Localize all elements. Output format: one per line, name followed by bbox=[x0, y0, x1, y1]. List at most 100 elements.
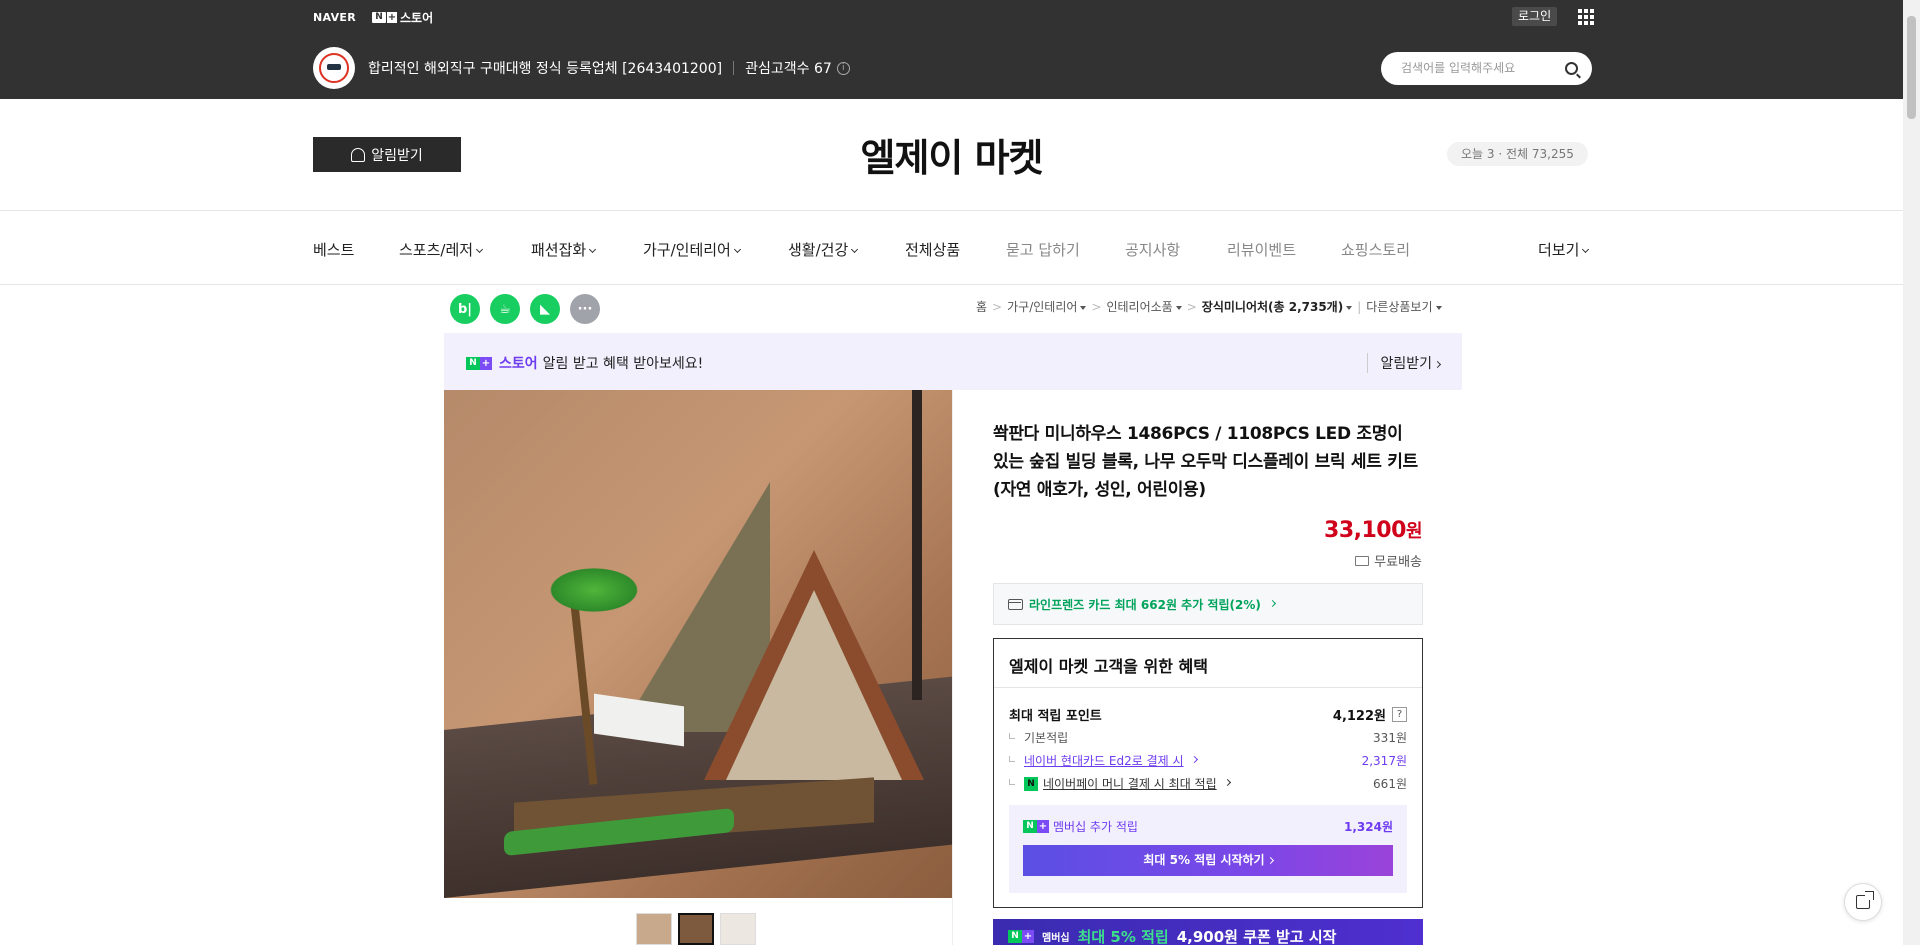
divider bbox=[733, 61, 735, 75]
search-box bbox=[1381, 52, 1592, 85]
breadcrumb-home[interactable]: 홈 bbox=[976, 298, 987, 315]
thumbnail[interactable] bbox=[636, 913, 672, 945]
store-title[interactable]: 엘제이 마켓 bbox=[0, 127, 1903, 182]
n-logo-icon: N bbox=[371, 11, 386, 23]
points-value: 331원 bbox=[1373, 731, 1407, 745]
interest-count-label: 관심고객수 67 bbox=[745, 61, 832, 77]
credit-card-icon bbox=[1008, 598, 1023, 610]
nav-item-all-products[interactable]: 전체상품 bbox=[905, 239, 960, 260]
price-value: 33,100 bbox=[1324, 518, 1406, 543]
product-title: 쏵판다 미니하우스 1486PCS / 1108PCS LED 조명이 있는 숲… bbox=[993, 424, 1418, 500]
store-info: 합리적인 해외직구 구매대행 정식 등록업체 [2643401200] 관심고객… bbox=[313, 47, 850, 89]
nav-more[interactable]: 더보기 bbox=[1538, 239, 1590, 260]
naver-pay-icon: N bbox=[1024, 776, 1038, 791]
dropdown-icon bbox=[1435, 305, 1442, 310]
bookmark-share-icon[interactable]: ◣ bbox=[530, 294, 560, 324]
membership-value: 1,324원 bbox=[1344, 820, 1393, 834]
search-input[interactable] bbox=[1401, 61, 1561, 75]
points-row-basic: 기본적립 331원 bbox=[1009, 729, 1407, 746]
points-value: 2,317원 bbox=[1361, 754, 1407, 768]
nav-item-sports[interactable]: 스포츠/레저 bbox=[399, 239, 484, 260]
banner-highlight: 최대 5% 적립 bbox=[1077, 927, 1169, 945]
promo-notify-link[interactable]: 알림받기 bbox=[1367, 353, 1442, 373]
promo-store-word: 스토어 bbox=[499, 356, 538, 372]
shipping-info: 무료배송 bbox=[1355, 551, 1422, 570]
membership-start-button[interactable]: 최대 5% 적립 시작하기 bbox=[1023, 845, 1393, 876]
store-header: 알림받기 엘제이 마켓 오늘 3 · 전체 73,255 bbox=[0, 99, 1903, 211]
nav-item-furniture[interactable]: 가구/인테리어 bbox=[643, 239, 741, 260]
promo-text: 알림 받고 혜택 받아보세요! bbox=[542, 356, 704, 372]
dropdown-icon bbox=[1346, 305, 1353, 310]
breadcrumb-category-1[interactable]: 가구/인테리어 bbox=[1007, 298, 1087, 315]
points-value: 661원 bbox=[1373, 777, 1407, 791]
breadcrumb: 홈 > 가구/인테리어 > 인테리어소품 > 장식미니어처(총 2,735개) … bbox=[976, 298, 1442, 315]
card-benefit-text: 라인프렌즈 카드 최대 662원 추가 적립(2%) bbox=[1029, 597, 1261, 612]
help-icon[interactable]: ? bbox=[1392, 707, 1407, 722]
hyundai-card-link[interactable]: 네이버 현대카드 Ed2로 결제 시 bbox=[1024, 752, 1184, 769]
category-nav: 베스트 스포츠/레저 패션잡화 가구/인테리어 생활/건강 전체상품 묻고 답하… bbox=[0, 211, 1903, 285]
membership-badge: 멤버십 bbox=[1042, 932, 1070, 944]
interest-customers[interactable]: 관심고객수 67 i bbox=[745, 58, 850, 78]
share-icon bbox=[1856, 891, 1874, 909]
naver-row: NAVER N + 스토어 bbox=[313, 9, 433, 25]
promo-banner: N + 스토어 알림 받고 혜택 받아보세요! 알림받기 bbox=[444, 333, 1462, 390]
store-avatar[interactable] bbox=[313, 47, 355, 89]
floating-share-button[interactable] bbox=[1844, 883, 1882, 921]
naver-plus-store-logo[interactable]: N + 스토어 bbox=[371, 9, 433, 26]
more-share-icon[interactable]: ··· bbox=[570, 294, 600, 324]
scrollbar[interactable] bbox=[1903, 0, 1920, 945]
visitor-count: 오늘 3 · 전체 73,255 bbox=[1447, 142, 1588, 166]
benefit-box: 엘제이 마켓 고객을 위한 혜택 최대 적립 포인트 4,122원 ? 기본적립… bbox=[993, 638, 1423, 908]
thumbnail[interactable] bbox=[720, 913, 756, 945]
chevron-right-icon bbox=[1223, 778, 1231, 787]
points-label: 기본적립 bbox=[1024, 731, 1069, 745]
nav-item-best[interactable]: 베스트 bbox=[313, 239, 354, 260]
nav-item-shopping-story[interactable]: 쇼핑스토리 bbox=[1341, 239, 1410, 260]
login-button[interactable]: 로그인 bbox=[1512, 7, 1558, 26]
breadcrumb-category-3[interactable]: 장식미니어처(총 2,735개) bbox=[1202, 298, 1353, 315]
search-icon[interactable] bbox=[1565, 62, 1578, 75]
apps-grid-icon[interactable] bbox=[1578, 9, 1594, 25]
nav-item-living[interactable]: 생활/건강 bbox=[788, 239, 859, 260]
nav-item-qna[interactable]: 묻고 답하기 bbox=[1006, 239, 1080, 260]
naver-logo[interactable]: NAVER bbox=[313, 11, 356, 24]
chevron-down-icon bbox=[589, 245, 597, 254]
top-bar: NAVER N + 스토어 로그인 합리적인 해외직구 구매대행 정식 등록업체 … bbox=[0, 0, 1903, 99]
dropdown-icon bbox=[1175, 305, 1182, 310]
product-price: 33,100원 bbox=[1324, 517, 1422, 543]
nav-item-review-event[interactable]: 리뷰이벤트 bbox=[1227, 239, 1296, 260]
max-points-label: 최대 적립 포인트 bbox=[1009, 709, 1102, 724]
dropdown-icon bbox=[1080, 305, 1087, 310]
naver-plus-icon: N + bbox=[1023, 820, 1049, 833]
chevron-right-icon bbox=[1433, 360, 1442, 369]
chevron-right-icon bbox=[1190, 755, 1198, 764]
breadcrumb-category-2[interactable]: 인테리어소품 bbox=[1106, 298, 1182, 315]
chevron-right-icon bbox=[1266, 856, 1274, 865]
nav-item-fashion[interactable]: 패션잡화 bbox=[531, 239, 597, 260]
price-currency: 원 bbox=[1405, 521, 1423, 542]
blog-share-icon[interactable]: b| bbox=[450, 294, 480, 324]
points-row-card: 네이버 현대카드 Ed2로 결제 시 2,317원 bbox=[1009, 752, 1407, 769]
chevron-right-icon bbox=[1268, 599, 1276, 607]
product-main-image[interactable] bbox=[444, 390, 952, 898]
chevron-down-icon bbox=[476, 245, 484, 254]
membership-label: 멤버십 추가 적립 bbox=[1053, 820, 1138, 834]
benefit-title: 엘제이 마켓 고객을 위한 혜택 bbox=[1009, 657, 1208, 676]
naver-pay-link[interactable]: 네이버페이 머니 결제 시 최대 적립 bbox=[1043, 775, 1217, 792]
scrollbar-thumb[interactable] bbox=[1907, 16, 1916, 119]
product-info-panel: 쏵판다 미니하우스 1486PCS / 1108PCS LED 조명이 있는 숲… bbox=[952, 390, 1462, 945]
shipping-label: 무료배송 bbox=[1374, 555, 1422, 570]
max-points-value: 4,122원 bbox=[1332, 709, 1386, 724]
other-products[interactable]: 다른상품보기 bbox=[1366, 298, 1442, 315]
membership-banner[interactable]: N + 멤버십 최대 5% 적립 4,900원 쿠폰 받고 시작 bbox=[993, 919, 1423, 945]
info-icon[interactable]: i bbox=[836, 61, 850, 75]
chevron-down-icon bbox=[1582, 245, 1590, 254]
share-icons: b| ☕ ◣ ··· bbox=[450, 294, 600, 324]
nav-item-notice[interactable]: 공지사항 bbox=[1125, 239, 1180, 260]
store-description: 합리적인 해외직구 구매대행 정식 등록업체 [2643401200] bbox=[368, 61, 723, 77]
naver-plus-icon: N + bbox=[1008, 929, 1034, 943]
thumbnail-active[interactable] bbox=[678, 913, 714, 945]
truck-icon bbox=[1355, 555, 1370, 566]
cafe-share-icon[interactable]: ☕ bbox=[490, 294, 520, 324]
card-benefit[interactable]: 라인프렌즈 카드 최대 662원 추가 적립(2%) bbox=[993, 583, 1423, 625]
